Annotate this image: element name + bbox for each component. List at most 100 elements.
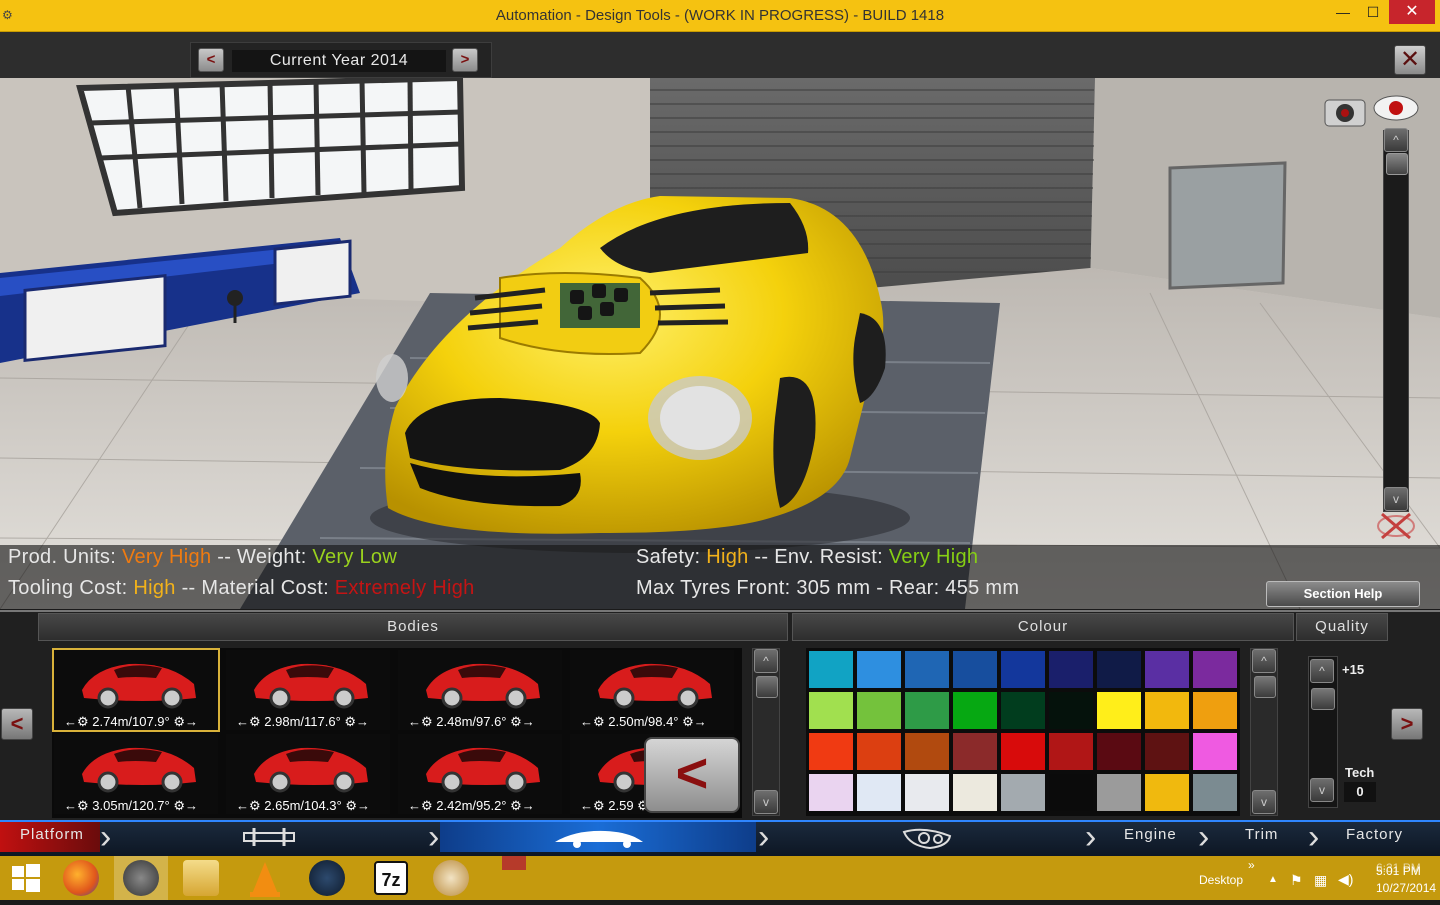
chevron-right-icon: › (428, 818, 440, 856)
chevron-right-icon: › (758, 818, 770, 856)
colour-swatch[interactable] (905, 733, 949, 770)
next-section-button[interactable]: > (1391, 708, 1423, 740)
bodies-scroll-handle[interactable] (756, 676, 778, 698)
colour-swatch[interactable] (1001, 774, 1045, 811)
tab-engine[interactable]: Engine (1124, 826, 1177, 843)
colour-scroll-down[interactable]: v (1252, 790, 1276, 814)
colour-swatch[interactable] (857, 774, 901, 811)
stats-line-1: Prod. Units: Very High -- Weight: Very L… (8, 546, 397, 569)
colour-scroll-handle[interactable] (1254, 676, 1276, 698)
window-close-button[interactable]: ✕ (1389, 0, 1435, 24)
colour-swatch[interactable] (1193, 692, 1237, 729)
bodies-scroll-up[interactable]: ^ (754, 649, 778, 673)
tab-platform[interactable]: Platform (20, 826, 84, 843)
maximize-button[interactable]: ☐ (1360, 0, 1386, 24)
colour-swatch[interactable] (1097, 692, 1141, 729)
colour-swatch[interactable] (1145, 651, 1189, 688)
body-option[interactable]: ←⚙ 2.50m/98.4° ⚙→ (570, 650, 734, 730)
desktop-toolbar-label[interactable]: Desktop (1199, 873, 1243, 887)
colour-swatch[interactable] (1193, 774, 1237, 811)
colour-swatch[interactable] (905, 692, 949, 729)
toolbar-overflow-icon[interactable]: » (1248, 858, 1255, 872)
car-viewport[interactable]: ^ v (0, 78, 1440, 609)
view-zoom-track[interactable] (1383, 130, 1409, 512)
bodies-grid: ←⚙ 2.74m/107.9° ⚙→ ←⚙ 2.98m/117.6° ⚙→ ←⚙ 2… (52, 648, 742, 818)
quality-slider-handle[interactable] (1311, 688, 1335, 710)
chevron-up-icon[interactable]: ▲ (1268, 874, 1278, 885)
colour-swatch[interactable] (1049, 774, 1093, 811)
colour-swatch[interactable] (1097, 651, 1141, 688)
colour-swatch[interactable] (1097, 774, 1141, 811)
body-dimension-label: ←⚙ 3.05m/120.7° ⚙→ (64, 798, 199, 813)
colour-swatch[interactable] (809, 651, 853, 688)
colour-swatch[interactable] (809, 733, 853, 770)
year-prev-button[interactable]: < (198, 48, 224, 72)
year-next-button[interactable]: > (452, 48, 478, 72)
body-option[interactable]: ←⚙ 3.05m/120.7° ⚙→ (54, 734, 218, 814)
flag-icon[interactable]: ⚑ (1290, 872, 1303, 889)
body-dimension-label: ←⚙ 2.42m/95.2° ⚙→ (408, 798, 535, 813)
tab-fixtures[interactable] (900, 824, 956, 855)
colour-swatch[interactable] (1145, 733, 1189, 770)
network-icon[interactable]: ▦ (1314, 872, 1327, 889)
firefox-taskbar-icon[interactable] (54, 856, 108, 900)
volume-icon[interactable]: ◀) (1338, 871, 1353, 888)
colour-swatch[interactable] (1001, 651, 1045, 688)
colour-scroll-up[interactable]: ^ (1252, 649, 1276, 673)
colour-swatch[interactable] (1001, 692, 1045, 729)
colour-swatch[interactable] (1097, 733, 1141, 770)
colour-swatch[interactable] (953, 651, 997, 688)
colour-swatch[interactable] (953, 692, 997, 729)
zoom-up-button[interactable]: ^ (1384, 128, 1408, 152)
close-designer-button[interactable]: ✕ (1394, 45, 1426, 75)
collapse-bodies-button[interactable]: < (644, 737, 740, 813)
section-help-button[interactable]: Section Help (1266, 581, 1420, 607)
paint-taskbar-icon[interactable] (424, 856, 478, 900)
colour-swatch[interactable] (809, 692, 853, 729)
tab-trim[interactable]: Trim (1245, 826, 1278, 843)
colour-swatch[interactable] (1049, 651, 1093, 688)
colour-swatch[interactable] (857, 651, 901, 688)
bodies-prev-page-button[interactable]: < (1, 708, 33, 740)
colour-swatch[interactable] (857, 692, 901, 729)
minimize-button[interactable]: — (1330, 0, 1356, 24)
tab-factory[interactable]: Factory (1346, 826, 1403, 843)
start-button[interactable] (0, 856, 54, 900)
automation-taskbar-icon[interactable] (114, 856, 168, 900)
bodies-scroll-down[interactable]: v (754, 790, 778, 814)
colour-swatch[interactable] (1049, 692, 1093, 729)
body-option[interactable]: ←⚙ 2.98m/117.6° ⚙→ (226, 650, 390, 730)
safety-label: Safety: (636, 546, 701, 568)
clock-time[interactable]: 6:31 PM 5:01 PM 10/27/2014 (1376, 861, 1436, 895)
steam-taskbar-icon[interactable] (300, 856, 354, 900)
body-option[interactable]: ←⚙ 2.65m/104.3° ⚙→ (226, 734, 390, 814)
zoom-down-button[interactable]: v (1384, 487, 1408, 511)
colour-swatch[interactable] (953, 774, 997, 811)
body-option[interactable]: ←⚙ 2.42m/95.2° ⚙→ (398, 734, 562, 814)
quality-header: Quality (1296, 613, 1388, 641)
colour-swatch[interactable] (1145, 692, 1189, 729)
car-thumbnail-icon (426, 663, 540, 709)
quality-down-button[interactable]: v (1310, 778, 1334, 802)
file-explorer-taskbar-icon[interactable] (174, 856, 228, 900)
colour-swatch[interactable] (857, 733, 901, 770)
body-dimension-label: ←⚙ 2.48m/97.6° ⚙→ (408, 714, 535, 729)
colour-swatch[interactable] (905, 774, 949, 811)
vlc-taskbar-icon[interactable] (238, 856, 292, 900)
quality-up-button[interactable]: ^ (1310, 659, 1334, 683)
colour-swatch[interactable] (1193, 733, 1237, 770)
body-option[interactable]: ←⚙ 2.74m/107.9° ⚙→ (52, 648, 220, 732)
body-option[interactable]: ←⚙ 2.48m/97.6° ⚙→ (398, 650, 562, 730)
colour-swatch[interactable] (809, 774, 853, 811)
colour-swatch[interactable] (1049, 733, 1093, 770)
colour-swatch[interactable] (953, 733, 997, 770)
colour-swatch[interactable] (1193, 651, 1237, 688)
garage-scene (0, 78, 1440, 609)
car-thumbnail-icon (82, 747, 196, 793)
tab-chassis[interactable] (240, 824, 298, 855)
colour-swatch[interactable] (1001, 733, 1045, 770)
zoom-handle[interactable] (1386, 153, 1408, 175)
colour-swatch[interactable] (905, 651, 949, 688)
colour-swatch[interactable] (1145, 774, 1189, 811)
7zip-taskbar-icon[interactable]: 7z (362, 856, 416, 900)
